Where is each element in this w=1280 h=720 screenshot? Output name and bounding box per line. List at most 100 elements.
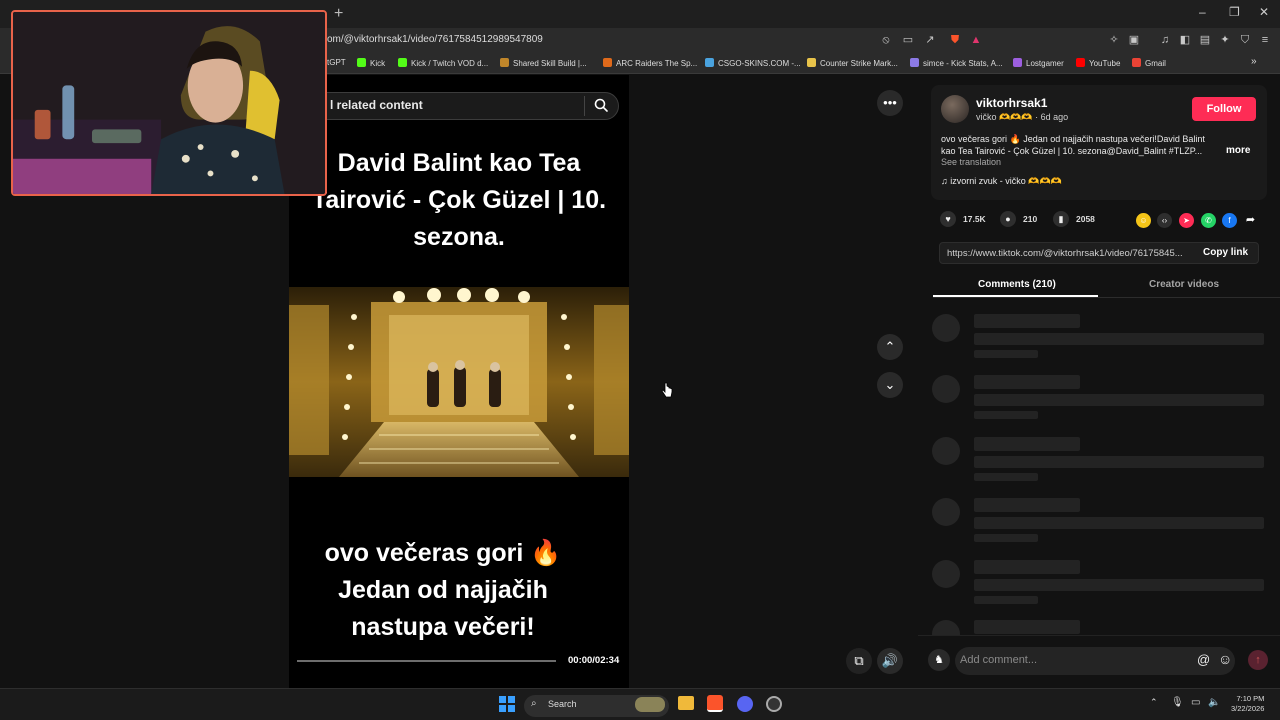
search-icon[interactable] [593,97,609,113]
bookmark-label: Counter Strike Mark... [820,59,898,68]
volume-button[interactable]: 🔊 [877,648,903,674]
new-tab-button[interactable]: + [334,5,343,23]
user-avatar-icon[interactable]: ♞ [928,649,950,671]
video-link[interactable]: https://www.tiktok.com/@viktorhrsak1/vid… [947,248,1183,259]
post-comment-button[interactable]: ↑ [1248,650,1268,670]
bookmark-label: CSGO-SKINS.COM -... [718,59,801,68]
windows-start-icon[interactable] [499,696,515,712]
bookmark-chatgpt[interactable]: tGPT [327,58,346,67]
facebook-icon[interactable]: f [1222,213,1237,228]
extensions-icon[interactable]: ✧ [1107,33,1121,47]
send-icon[interactable]: ➤ [1179,213,1194,228]
minimize-button[interactable]: – [1199,5,1206,19]
share-more-icon[interactable]: ➦ [1243,213,1258,228]
mention-icon[interactable]: @ [1197,652,1210,667]
repost-icon[interactable]: ☺ [1136,213,1151,228]
like-icon[interactable]: ♥ [940,211,956,227]
comment-skeleton [932,498,1272,548]
maximize-button[interactable]: ❐ [1229,5,1240,19]
kick-icon [357,58,366,67]
bookmark-csgo-skins[interactable]: CSGO-SKINS.COM -... [705,58,801,68]
bookmark-favicon [910,58,919,67]
bookmark-icon[interactable]: ▮ [1053,211,1069,227]
search-highlight-image [635,697,665,712]
sidebar-icon[interactable]: ▣ [1127,33,1141,47]
bookmark-arc-raiders[interactable]: ARC Raiders The Sp... [603,58,697,68]
related-search-input[interactable]: l related content [330,98,423,112]
leo-icon[interactable]: ✦ [1218,33,1232,47]
copy-link-button[interactable]: Copy link [1203,247,1248,258]
video-overlay-caption: ovo večeras gori 🔥 Jedan od najjačih nas… [324,539,562,641]
tab-creator-videos[interactable]: Creator videos [1149,279,1219,290]
share-icon[interactable]: ↗ [923,33,937,47]
comment-skeleton [932,314,1272,364]
cast-icon[interactable]: ▭ [901,33,915,47]
display-icon[interactable]: ▭ [1191,697,1200,708]
music-link[interactable]: ♫ izvorni zvuk - vičko 🫶🫶🫶 [941,176,1062,187]
no-tracking-icon[interactable]: ⦸ [879,33,893,47]
brave-shield-icon[interactable]: ⛊ [948,33,962,47]
author-username[interactable]: viktorhrsak1 [976,96,1047,110]
panel-icon[interactable]: ◧ [1178,33,1192,47]
brave-browser-icon[interactable] [707,695,723,712]
taskbar-search-icon: ⌕ [531,698,537,709]
bookmark-label: Gmail [1145,59,1166,68]
bookmark-label: ARC Raiders The Sp... [616,59,698,68]
brave-rewards-icon[interactable]: ▲ [969,33,983,47]
clock-time: 7:10 PM [1236,694,1265,703]
next-video-button[interactable]: ⌄ [877,372,903,398]
bookmark-youtube[interactable]: YouTube [1076,58,1120,68]
comment-skeleton [932,560,1272,610]
emoji-icon[interactable]: ☺ [1218,651,1232,667]
tab-comments[interactable]: Comments (210) [978,279,1056,290]
bookmark-skill-build[interactable]: Shared Skill Build |... [500,58,587,68]
bookmark-lostgamer[interactable]: Lostgamer [1013,58,1064,68]
previous-video-button[interactable]: ⌃ [877,334,903,360]
microphone-icon[interactable]: 🎙 [1171,697,1184,708]
more-options-button[interactable]: ••• [877,90,903,116]
media-icon[interactable]: ♫ [1158,33,1172,47]
menu-icon[interactable]: ≡ [1258,33,1272,47]
follow-button[interactable]: Follow [1192,97,1256,121]
bookmark-favicon [603,58,612,67]
post-description: ovo večeras gori 🔥 Jedan od najjačih nas… [941,134,1205,156]
bookmark-label: simce - Kick Stats, A... [923,59,1003,68]
file-explorer-icon[interactable] [678,696,694,710]
tray-overflow-icon[interactable]: ⌃ [1150,697,1158,708]
bookmark-label: YouTube [1089,59,1121,68]
video-time: 00:00/02:34 [568,655,620,666]
bookmark-favicon [807,58,816,67]
url-field[interactable]: om/@viktorhrsak1/video/76175845129895478… [327,34,543,45]
steam-icon[interactable] [766,696,782,712]
whatsapp-icon[interactable]: ✆ [1201,213,1216,228]
video-progress-bar[interactable] [297,660,556,662]
vpn-icon[interactable]: ⛉ [1238,33,1252,47]
bookmark-kick[interactable]: Kick [357,58,385,68]
bookmark-favicon [1013,58,1022,67]
bookmark-kick-stats[interactable]: simce - Kick Stats, A... [910,58,1003,68]
speaker-icon[interactable]: 🔈 [1208,697,1220,708]
bookmark-kick-vod[interactable]: Kick / Twitch VOD d... [398,58,488,68]
bookmark-cs-market[interactable]: Counter Strike Mark... [807,58,898,68]
comment-count: 210 [1023,214,1038,224]
bookmarks-overflow-icon[interactable]: » [1251,56,1257,67]
bookmark-label: Kick / Twitch VOD d... [411,59,489,68]
like-count: 17.5K [963,214,986,224]
comment-icon[interactable]: ● [1000,211,1016,227]
avatar[interactable] [941,95,969,123]
pip-button[interactable]: ⧉ [846,648,872,674]
close-window-button[interactable]: ✕ [1259,5,1269,19]
embed-icon[interactable]: ‹› [1157,213,1172,228]
discord-icon[interactable] [737,696,753,712]
kick-icon [398,58,407,67]
see-translation-link[interactable]: See translation [941,157,1001,167]
bookmark-favicon [500,58,509,67]
more-button[interactable]: more [1226,145,1250,156]
taskbar-search-label[interactable]: Search [548,699,577,709]
clock-date: 3/22/2026 [1231,704,1265,713]
bookmark-gmail[interactable]: Gmail [1132,58,1166,68]
details-panel: viktorhrsak1 vičko 🫶🫶🫶 · 6d ago Follow o… [918,75,1280,688]
video-overlay-title: David Balint kao Tea Tairović - Çok Güze… [311,149,607,251]
system-clock[interactable]: 7:10 PM 3/22/2026 [1231,694,1264,714]
wallet-icon[interactable]: ▤ [1198,33,1212,47]
